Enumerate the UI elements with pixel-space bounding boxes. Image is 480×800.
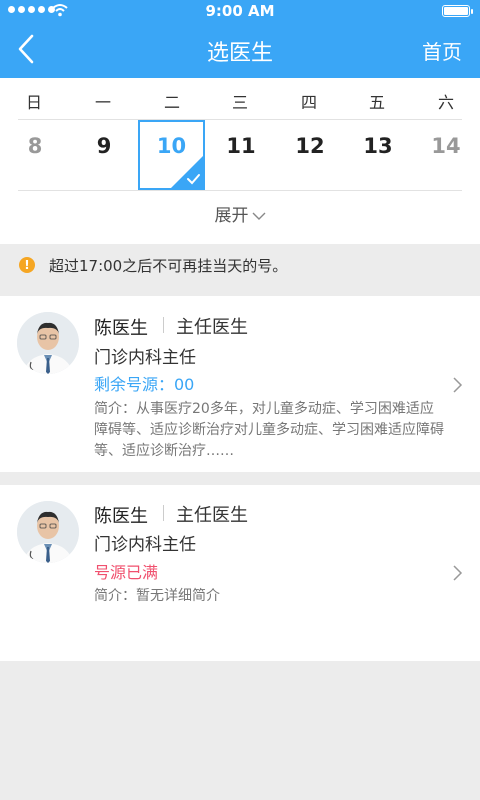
weekday-label: 一 xyxy=(94,93,111,112)
battery-icon xyxy=(442,5,473,17)
expand-label: 展开 xyxy=(214,206,249,226)
date-cell[interactable]: 13 xyxy=(353,134,403,158)
nav-bar: 选医生 首页 xyxy=(0,22,480,78)
doctor-department: 门诊内科主任 xyxy=(94,348,196,368)
warning-icon: ! xyxy=(19,257,35,273)
chevron-down-icon xyxy=(252,212,265,220)
date-cell[interactable]: 14 xyxy=(421,134,471,158)
weekday-label: 三 xyxy=(231,93,248,112)
doctor-name: 陈医生 xyxy=(94,506,148,527)
check-icon xyxy=(171,156,203,188)
doctor-avatar xyxy=(17,312,79,374)
page-title: 选医生 xyxy=(206,41,273,66)
divider xyxy=(163,317,164,333)
date-cell[interactable]: 11 xyxy=(216,134,266,158)
doctor-department: 门诊内科主任 xyxy=(94,535,196,555)
weekday-row: 日 一 二 三 四 五 六 xyxy=(0,78,480,120)
doctor-name: 陈医生 xyxy=(94,318,148,339)
selected-date-label: 10 xyxy=(156,134,187,158)
status-bar: 9:00 AM xyxy=(0,0,480,22)
weekday-label: 二 xyxy=(163,93,180,112)
expand-button[interactable]: 展开 xyxy=(0,201,480,226)
date-cell-selected[interactable]: 10 xyxy=(138,120,205,190)
availability-status: 剩余号源：00 xyxy=(94,375,195,394)
chevron-right-icon xyxy=(453,377,463,393)
doctor-intro: 简介：从事医疗20多年，对儿童多动症、学习困难适应障碍等、适应诊断治疗对儿童多动… xyxy=(94,401,444,459)
date-cell[interactable]: 9 xyxy=(79,134,129,158)
weekday-label: 六 xyxy=(437,93,454,112)
divider xyxy=(18,190,462,191)
status-time: 9:00 AM xyxy=(205,2,275,20)
date-cell[interactable]: 8 xyxy=(10,134,60,158)
availability-status: 号源已满 xyxy=(94,563,159,582)
doctor-rank: 主任医生 xyxy=(176,317,248,338)
weekday-label: 日 xyxy=(25,93,42,112)
divider xyxy=(163,505,164,521)
doctor-intro: 简介：暂无详细简介 xyxy=(94,588,220,604)
doctor-avatar xyxy=(17,501,79,563)
notice-bar: ! 超过17:00之后不可再挂当天的号。 xyxy=(0,244,480,286)
notice-text: 超过17:00之后不可再挂当天的号。 xyxy=(49,257,288,275)
doctor-card[interactable]: 陈医生 主任医生 门诊内科主任 剩余号源：00 简介：从事医疗20多年，对儿童多… xyxy=(0,296,480,472)
doctor-rank: 主任医生 xyxy=(176,505,248,526)
date-picker: 日 一 二 三 四 五 六 8 9 10 11 12 13 14 展开 xyxy=(0,78,480,244)
weekday-label: 五 xyxy=(368,93,385,112)
chevron-right-icon xyxy=(453,565,463,581)
weekday-label: 四 xyxy=(300,93,317,112)
date-cell[interactable]: 12 xyxy=(285,134,335,158)
doctor-card[interactable]: 陈医生 主任医生 门诊内科主任 号源已满 简介：暂无详细简介 xyxy=(0,485,480,661)
app-header: 9:00 AM 选医生 首页 xyxy=(0,0,480,78)
home-button[interactable]: 首页 xyxy=(422,36,462,65)
date-row: 8 9 10 11 12 13 14 xyxy=(0,120,480,190)
